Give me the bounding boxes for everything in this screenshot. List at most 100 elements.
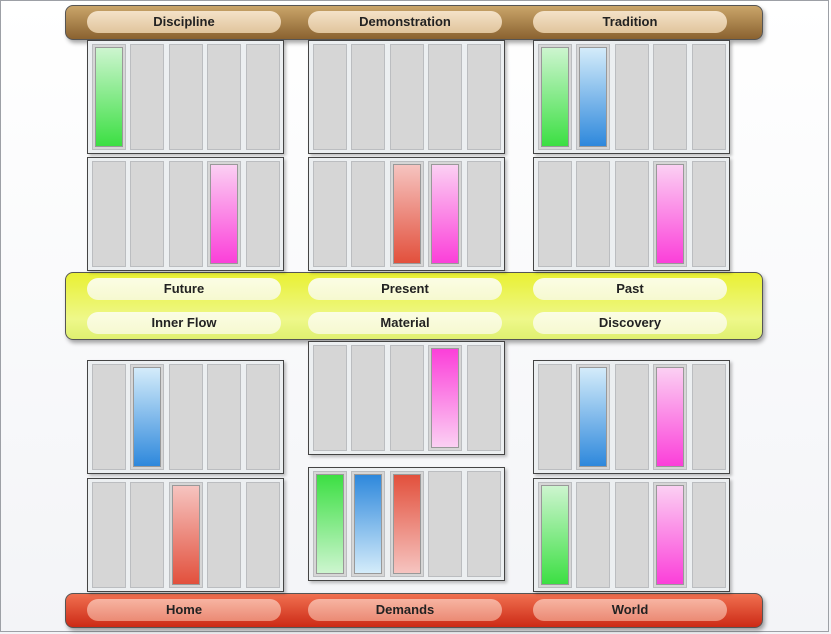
- slot-panel: [533, 478, 730, 592]
- pink-bar: [431, 164, 459, 264]
- top-category-bar: Discipline Demonstration Tradition: [65, 5, 763, 40]
- pink-bar: [431, 348, 459, 448]
- empty-slot[interactable]: [313, 44, 347, 150]
- empty-slot[interactable]: [246, 44, 280, 150]
- slot-panel: [87, 478, 284, 592]
- filled-slot-blue[interactable]: [351, 471, 385, 577]
- filled-slot-green[interactable]: [538, 482, 572, 588]
- empty-slot[interactable]: [207, 364, 241, 470]
- empty-slot[interactable]: [313, 161, 347, 267]
- empty-slot[interactable]: [351, 345, 385, 451]
- empty-slot[interactable]: [207, 44, 241, 150]
- empty-slot[interactable]: [653, 44, 687, 150]
- empty-slot[interactable]: [92, 482, 126, 588]
- filled-slot-blue[interactable]: [576, 364, 610, 470]
- empty-slot[interactable]: [390, 44, 424, 150]
- category-tab-inner-flow[interactable]: Inner Flow: [87, 312, 281, 334]
- filled-slot-red[interactable]: [390, 161, 424, 267]
- red-bar: [393, 164, 421, 264]
- empty-slot[interactable]: [130, 482, 164, 588]
- filled-slot-pink[interactable]: [653, 161, 687, 267]
- category-tab-world[interactable]: World: [533, 599, 727, 621]
- empty-slot[interactable]: [692, 364, 726, 470]
- empty-slot[interactable]: [467, 161, 501, 267]
- empty-slot[interactable]: [692, 482, 726, 588]
- blue-bar: [133, 367, 161, 467]
- empty-slot[interactable]: [92, 161, 126, 267]
- category-tab-discipline[interactable]: Discipline: [87, 11, 281, 33]
- slot-panel: [533, 360, 730, 474]
- slot-panel: [308, 467, 505, 581]
- pink-bar: [656, 164, 684, 264]
- empty-slot[interactable]: [692, 44, 726, 150]
- empty-slot[interactable]: [615, 482, 649, 588]
- category-tab-past[interactable]: Past: [533, 278, 727, 300]
- blue-bar: [354, 474, 382, 574]
- category-tab-tradition[interactable]: Tradition: [533, 11, 727, 33]
- empty-slot[interactable]: [538, 364, 572, 470]
- empty-slot[interactable]: [207, 482, 241, 588]
- pink-bar: [656, 367, 684, 467]
- bottom-category-bar: Home Demands World: [65, 593, 763, 628]
- category-tab-demonstration[interactable]: Demonstration: [308, 11, 502, 33]
- blue-bar: [579, 47, 607, 147]
- filled-slot-pink[interactable]: [207, 161, 241, 267]
- filled-slot-green[interactable]: [313, 471, 347, 577]
- green-bar: [541, 47, 569, 147]
- slot-panel: [87, 360, 284, 474]
- category-tab-discovery[interactable]: Discovery: [533, 312, 727, 334]
- empty-slot[interactable]: [615, 364, 649, 470]
- empty-slot[interactable]: [576, 482, 610, 588]
- green-bar: [541, 485, 569, 585]
- empty-slot[interactable]: [467, 471, 501, 577]
- empty-slot[interactable]: [467, 345, 501, 451]
- filled-slot-pink[interactable]: [428, 161, 462, 267]
- empty-slot[interactable]: [692, 161, 726, 267]
- category-tab-material[interactable]: Material: [308, 312, 502, 334]
- empty-slot[interactable]: [246, 364, 280, 470]
- empty-slot[interactable]: [169, 364, 203, 470]
- filled-slot-pink[interactable]: [653, 482, 687, 588]
- filled-slot-green[interactable]: [92, 44, 126, 150]
- empty-slot[interactable]: [246, 161, 280, 267]
- category-tab-demands[interactable]: Demands: [308, 599, 502, 621]
- pink-bar: [210, 164, 238, 264]
- empty-slot[interactable]: [169, 44, 203, 150]
- empty-slot[interactable]: [92, 364, 126, 470]
- empty-slot[interactable]: [615, 44, 649, 150]
- empty-slot[interactable]: [169, 161, 203, 267]
- slot-panel: [533, 157, 730, 271]
- empty-slot[interactable]: [130, 44, 164, 150]
- empty-slot[interactable]: [130, 161, 164, 267]
- empty-slot[interactable]: [246, 482, 280, 588]
- filled-slot-blue[interactable]: [130, 364, 164, 470]
- empty-slot[interactable]: [428, 471, 462, 577]
- green-bar: [95, 47, 123, 147]
- empty-slot[interactable]: [313, 345, 347, 451]
- slot-panel: [308, 341, 505, 455]
- blue-bar: [579, 367, 607, 467]
- category-tab-present[interactable]: Present: [308, 278, 502, 300]
- empty-slot[interactable]: [467, 44, 501, 150]
- filled-slot-blue[interactable]: [576, 44, 610, 150]
- slot-panel: [87, 157, 284, 271]
- filled-slot-red[interactable]: [169, 482, 203, 588]
- filled-slot-green[interactable]: [538, 44, 572, 150]
- category-tab-home[interactable]: Home: [87, 599, 281, 621]
- slot-panel: [87, 40, 284, 154]
- empty-slot[interactable]: [576, 161, 610, 267]
- filled-slot-pink[interactable]: [428, 345, 462, 451]
- empty-slot[interactable]: [428, 44, 462, 150]
- empty-slot[interactable]: [351, 44, 385, 150]
- empty-slot[interactable]: [615, 161, 649, 267]
- empty-slot[interactable]: [390, 345, 424, 451]
- pink-bar: [656, 485, 684, 585]
- slot-panel: [308, 157, 505, 271]
- slot-panel: [533, 40, 730, 154]
- red-bar: [172, 485, 200, 585]
- empty-slot[interactable]: [538, 161, 572, 267]
- empty-slot[interactable]: [351, 161, 385, 267]
- category-tab-future[interactable]: Future: [87, 278, 281, 300]
- filled-slot-red[interactable]: [390, 471, 424, 577]
- filled-slot-pink[interactable]: [653, 364, 687, 470]
